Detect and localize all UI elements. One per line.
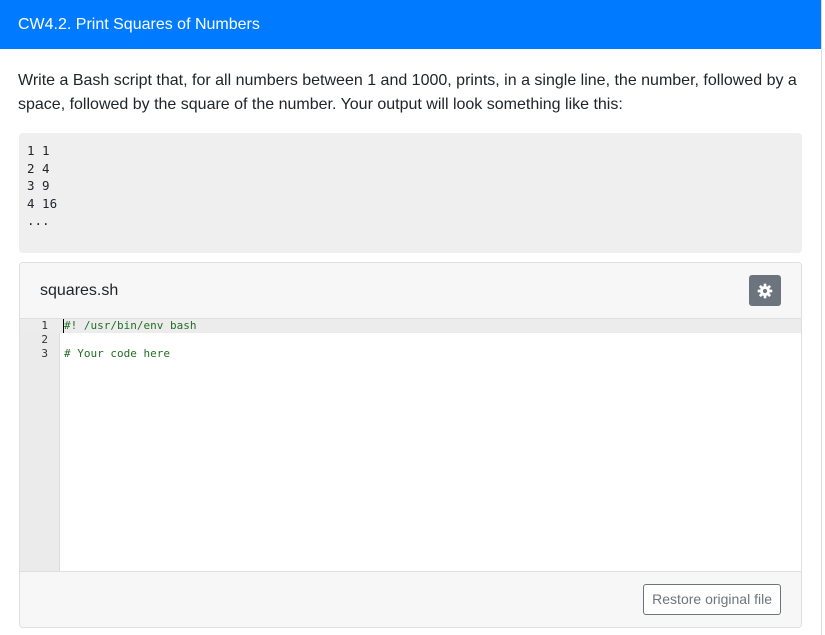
- editor-footer: Restore original file: [20, 571, 801, 627]
- line-text: #! /usr/bin/env bash: [64, 319, 197, 332]
- file-name: squares.sh: [40, 282, 119, 299]
- exercise-card: CW4.2. Print Squares of Numbers Write a …: [0, 0, 822, 635]
- gear-icon: [757, 283, 773, 298]
- line-text: # Your code here: [64, 347, 170, 360]
- settings-button[interactable]: [749, 275, 781, 306]
- code-line[interactable]: 2: [20, 333, 801, 347]
- example-output: 1 1 2 4 3 9 4 16 ...: [19, 133, 802, 253]
- line-number: 3: [41, 347, 48, 360]
- line-number: 1: [41, 319, 48, 332]
- editor-header: squares.sh: [20, 263, 801, 319]
- code-editor-card: squares.sh 1 #! /usr/bin/env bash 2 3 # …: [19, 262, 802, 628]
- exercise-description: Write a Bash script that, for all number…: [18, 72, 797, 113]
- line-number: 2: [41, 333, 48, 346]
- code-line[interactable]: 3 # Your code here: [20, 347, 801, 361]
- exercise-title: CW4.2. Print Squares of Numbers: [0, 0, 821, 49]
- code-line[interactable]: 1 #! /usr/bin/env bash: [20, 319, 801, 333]
- code-editor[interactable]: 1 #! /usr/bin/env bash 2 3 # Your code h…: [20, 319, 801, 572]
- restore-original-file-button[interactable]: Restore original file: [643, 584, 781, 615]
